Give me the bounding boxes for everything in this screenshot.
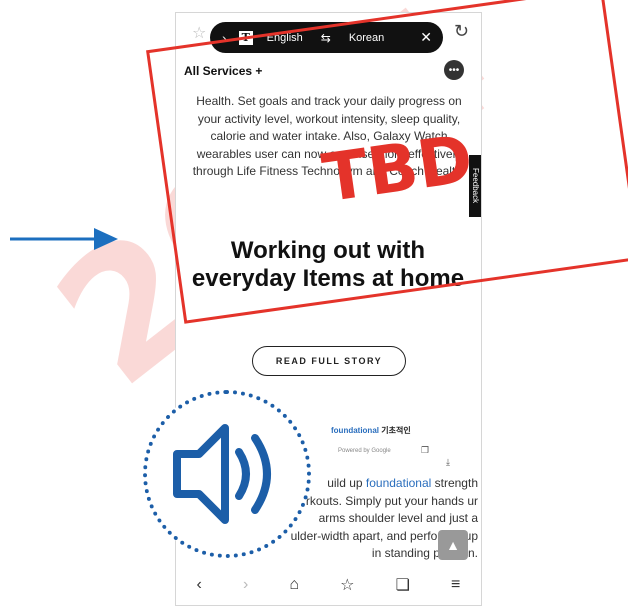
download-icon[interactable]: ⤓: [446, 457, 450, 468]
bookmark-star-icon[interactable]: ☆: [192, 23, 206, 43]
dictionary-korean: 기초적인: [381, 426, 411, 435]
copy-icon[interactable]: ❐: [421, 445, 429, 456]
dictionary-popup: foundational 기초적인: [331, 425, 411, 436]
read-full-story-button[interactable]: READ FULL STORY: [252, 346, 406, 376]
powered-by-label: Powered by Google: [338, 448, 391, 454]
highlighted-word[interactable]: foundational: [366, 476, 431, 490]
dictionary-keyword: foundational: [331, 426, 379, 435]
tabs-icon[interactable]: ❏: [396, 575, 410, 595]
back-icon[interactable]: ‹: [197, 576, 202, 594]
menu-icon[interactable]: ≡: [451, 576, 460, 594]
home-icon[interactable]: ⌂: [289, 576, 299, 594]
bottom-navigation: ‹ › ⌂ ☆ ❏ ≡: [176, 565, 481, 605]
speaker-callout: [143, 390, 311, 558]
scroll-to-top-button[interactable]: ▲: [438, 530, 468, 560]
bookmarks-icon[interactable]: ☆: [340, 575, 354, 595]
forward-icon[interactable]: ›: [243, 576, 248, 594]
speaker-icon: [173, 424, 271, 524]
pointer-arrow-icon: [10, 228, 118, 250]
